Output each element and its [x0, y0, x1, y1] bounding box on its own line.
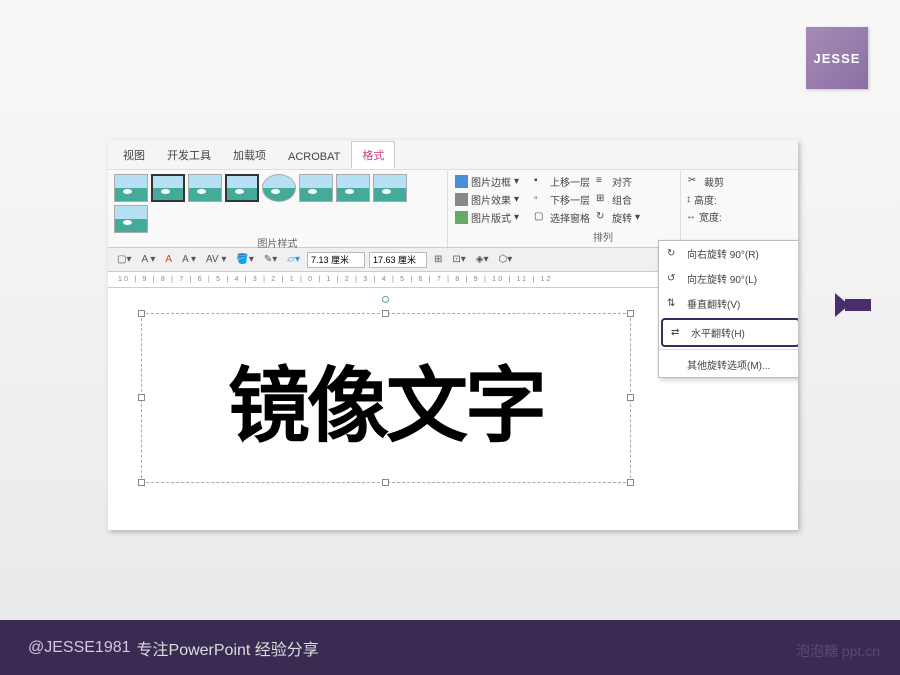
picture-format-buttons: 图片边框 ▾ 图片效果 ▾ 图片版式 ▾: [448, 170, 526, 247]
rotate-right-icon: ↻: [667, 248, 681, 260]
selected-textbox[interactable]: 镜像文字: [141, 313, 631, 483]
textbox-content[interactable]: 镜像文字: [142, 314, 630, 482]
resize-handle[interactable]: [627, 479, 634, 486]
style-thumb[interactable]: [188, 174, 222, 202]
style-thumb[interactable]: [114, 174, 148, 202]
menu-separator: [659, 349, 798, 350]
tab-addins[interactable]: 加载项: [222, 141, 277, 169]
tb-misc1[interactable]: ⊞: [431, 254, 445, 265]
resize-handle[interactable]: [138, 394, 145, 401]
resize-handle[interactable]: [627, 394, 634, 401]
tb-spacing[interactable]: AV ▾: [203, 254, 229, 265]
tab-developer[interactable]: 开发工具: [156, 141, 222, 169]
align-icon: ≡: [596, 175, 609, 188]
group-icon: ⊞: [596, 193, 609, 206]
style-thumb[interactable]: [299, 174, 333, 202]
jesse-logo: JESSE: [806, 27, 868, 89]
picture-layout-button[interactable]: 图片版式 ▾: [453, 209, 521, 226]
height-input[interactable]: [369, 252, 427, 268]
style-thumb[interactable]: [225, 174, 259, 202]
tb-font[interactable]: ▢▾: [114, 254, 134, 265]
resize-handle[interactable]: [138, 310, 145, 317]
footer-text: 专注PowerPoint 经验分享: [137, 636, 319, 660]
style-thumb[interactable]: [151, 174, 185, 202]
menu-flip-horizontal[interactable]: ⇄水平翻转(H): [661, 318, 798, 347]
rotate-left-icon: ↺: [667, 273, 681, 285]
forward-icon: ▪: [534, 175, 547, 188]
tb-misc4[interactable]: ⬡▾: [496, 254, 516, 265]
powerpoint-window: ✿ ❋ ⚙ ◉ ☀ 图片工具 视图 开发工具 加载项 ACROBAT 格式 图片…: [108, 140, 798, 530]
rotate-button[interactable]: ↻旋转 ▾: [594, 209, 642, 226]
selection-icon: ▢: [534, 211, 547, 224]
resize-handle[interactable]: [382, 479, 389, 486]
group-label-arrange: 排列: [532, 229, 674, 244]
align-button[interactable]: ≡对齐: [594, 173, 634, 190]
bring-forward-button[interactable]: ▪上移一层: [532, 173, 592, 190]
ribbon-tabs: 视图 开发工具 加载项 ACROBAT 格式: [108, 140, 798, 170]
tab-view[interactable]: 视图: [112, 141, 156, 169]
tb-a3[interactable]: A ▾: [179, 254, 199, 265]
footer-watermark: 泡泡糖 ppt.cn: [796, 641, 880, 661]
size-group: ✂裁剪 ↕高度: ↔宽度:: [681, 170, 731, 247]
picture-effects-button[interactable]: 图片效果 ▾: [453, 191, 521, 208]
group-button[interactable]: ⊞组合: [594, 191, 634, 208]
tb-misc2[interactable]: ⊡▾: [449, 254, 468, 265]
style-thumb[interactable]: [114, 205, 148, 233]
style-thumb[interactable]: [262, 174, 296, 202]
menu-rotate-left[interactable]: ↺向左旋转 90°(L): [659, 266, 798, 291]
layout-icon: [455, 211, 468, 224]
menu-flip-vertical[interactable]: ⇅垂直翻转(V): [659, 291, 798, 316]
tb-a2[interactable]: A: [162, 254, 175, 265]
rotate-dropdown-menu: ↻向右旋转 90°(R) ↺向左旋转 90°(L) ⇅垂直翻转(V) ⇄水平翻转…: [658, 240, 798, 378]
arrange-group: ▪上移一层 ≡对齐 ▫下移一层 ⊞组合 ▢选择窗格 ↻旋转 ▾ 排列: [526, 170, 681, 247]
styles-gallery[interactable]: [114, 174, 441, 233]
tb-misc3[interactable]: ◈▾: [473, 254, 492, 265]
tb-shape[interactable]: ▱▾: [284, 254, 303, 265]
effects-icon: [455, 193, 468, 206]
style-thumb[interactable]: [373, 174, 407, 202]
picture-styles-group: 图片样式: [108, 170, 448, 247]
resize-handle[interactable]: [138, 479, 145, 486]
more-icon: [667, 359, 681, 371]
callout-arrow: [845, 295, 885, 315]
rotate-handle[interactable]: [382, 296, 389, 303]
tb-a[interactable]: A ▾: [138, 254, 158, 265]
menu-rotate-right[interactable]: ↻向右旋转 90°(R): [659, 241, 798, 266]
tab-acrobat[interactable]: ACROBAT: [277, 145, 351, 169]
send-backward-button[interactable]: ▫下移一层: [532, 191, 592, 208]
crop-button[interactable]: ✂裁剪: [686, 173, 726, 190]
tb-outline[interactable]: ✎▾: [261, 254, 280, 265]
footer: @JESSE1981 专注PowerPoint 经验分享 泡泡糖 ppt.cn: [0, 620, 900, 675]
footer-handle: @JESSE1981: [28, 639, 131, 657]
height-icon: ↕: [686, 194, 691, 205]
menu-more-rotation[interactable]: 其他旋转选项(M)...: [659, 352, 798, 377]
picture-border-button[interactable]: 图片边框 ▾: [453, 173, 521, 190]
style-thumb[interactable]: [336, 174, 370, 202]
height-row: ↕高度:: [686, 192, 726, 207]
group-label-styles: 图片样式: [114, 235, 441, 250]
flip-h-icon: ⇄: [671, 327, 685, 339]
rotate-icon: ↻: [596, 211, 609, 224]
tb-fill[interactable]: 🪣▾: [233, 254, 256, 265]
width-icon: ↔: [686, 211, 696, 222]
ribbon: 图片样式 图片边框 ▾ 图片效果 ▾ 图片版式 ▾ ▪上移一层 ≡对齐 ▫下移一…: [108, 170, 798, 248]
width-row: ↔宽度:: [686, 209, 726, 224]
backward-icon: ▫: [534, 193, 547, 206]
resize-handle[interactable]: [627, 310, 634, 317]
tab-format[interactable]: 格式: [351, 141, 395, 169]
selection-pane-button[interactable]: ▢选择窗格: [532, 209, 592, 226]
flip-v-icon: ⇅: [667, 298, 681, 310]
border-icon: [455, 175, 468, 188]
width-input[interactable]: [307, 252, 365, 268]
resize-handle[interactable]: [382, 310, 389, 317]
crop-icon: ✂: [688, 175, 701, 188]
